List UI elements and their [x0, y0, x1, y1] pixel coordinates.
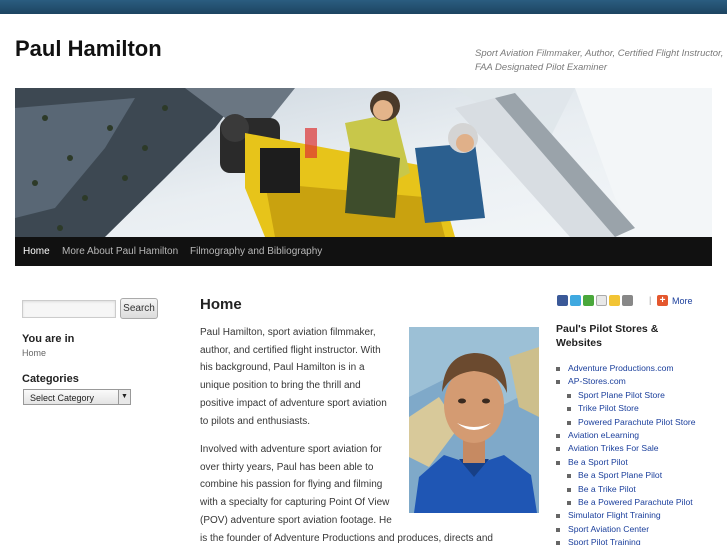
link-ap-stores[interactable]: AP-Stores.com [556, 375, 696, 388]
nav-item-home[interactable]: Home [23, 246, 50, 257]
categories-title: Categories [22, 373, 79, 385]
text-line: is the founder of Adventure Productions … [200, 532, 493, 544]
site-tagline: Sport Aviation Filmmaker, Author, Certif… [475, 47, 723, 75]
link-sport-pilot-training[interactable]: Sport Pilot Training [556, 536, 696, 545]
text-line: Paul Hamilton, sport aviation filmmaker, [200, 327, 376, 338]
twitter-icon[interactable] [570, 295, 581, 306]
breadcrumb: Home [22, 348, 47, 358]
text-line: author, and certified flight instructor.… [200, 344, 381, 356]
main-navigation: Home More About Paul Hamilton Filmograph… [15, 237, 712, 266]
stores-widget-title: Paul's Pilot Stores & Websites [556, 323, 659, 349]
text-line: unique position to bring the thrill and [200, 380, 361, 392]
text-line: to pilots and enthusiasts. [200, 415, 311, 427]
nav-item-more-about[interactable]: More About Paul Hamilton [62, 246, 178, 257]
tagline-line-2: FAA Designated Pilot Examiner [475, 62, 608, 73]
tagline-line-1: Sport Aviation Filmmaker, Author, Certif… [475, 48, 724, 59]
link-sport-aviation-center[interactable]: Sport Aviation Center [556, 523, 696, 536]
print-icon[interactable] [622, 295, 633, 306]
link-aviation-elearning[interactable]: Aviation eLearning [556, 429, 696, 442]
link-adventure-productions[interactable]: Adventure Productions.com [556, 362, 696, 375]
share-separator: | [649, 295, 652, 305]
search-input[interactable] [22, 300, 116, 318]
categories-select-value: Select Category [30, 393, 95, 403]
link-trike-pilot-store[interactable]: Trike Pilot Store [556, 402, 696, 415]
text-line: (POV) adventure sport aviation footage. … [200, 514, 392, 526]
email-icon[interactable] [596, 295, 607, 306]
link-be-a-trike-pilot[interactable]: Be a Trike Pilot [556, 483, 696, 496]
text-line: positive impact of adventure sport aviat… [200, 397, 387, 409]
nav-item-filmography[interactable]: Filmography and Bibliography [190, 246, 322, 257]
link-be-a-powered-parachute-pilot[interactable]: Be a Powered Parachute Pilot [556, 496, 696, 509]
categories-select[interactable]: Select Category ▼ [23, 389, 131, 405]
text-line: his background, Paul Hamilton is in a [200, 362, 365, 374]
link-sport-plane-pilot-store[interactable]: Sport Plane Pilot Store [556, 389, 696, 402]
stumbleupon-icon[interactable] [583, 295, 594, 306]
header-banner-image [15, 88, 712, 237]
link-powered-parachute-pilot-store[interactable]: Powered Parachute Pilot Store [556, 416, 696, 429]
link-be-a-sport-pilot[interactable]: Be a Sport Pilot [556, 456, 696, 469]
stores-link-list: Adventure Productions.com AP-Stores.com … [556, 362, 696, 545]
facebook-icon[interactable] [557, 295, 568, 306]
link-be-a-sport-plane-pilot[interactable]: Be a Sport Plane Pilot [556, 469, 696, 482]
top-bar [0, 0, 727, 14]
search-button[interactable]: Search [120, 298, 158, 319]
dropdown-arrow-icon: ▼ [118, 390, 130, 404]
site-title[interactable]: Paul Hamilton [15, 36, 162, 62]
add-more-icon[interactable]: + [657, 295, 668, 306]
favorites-icon[interactable] [609, 295, 620, 306]
link-aviation-trikes-for-sale[interactable]: Aviation Trikes For Sale [556, 442, 696, 455]
page-title: Home [200, 296, 242, 313]
portrait-photo [409, 327, 539, 513]
intro-paragraph: Paul Hamilton, sport aviation filmmaker,… [200, 324, 387, 430]
link-simulator-flight-training[interactable]: Simulator Flight Training [556, 509, 696, 522]
you-are-in-title: You are in [22, 333, 75, 345]
share-more-link[interactable]: More [672, 296, 693, 306]
